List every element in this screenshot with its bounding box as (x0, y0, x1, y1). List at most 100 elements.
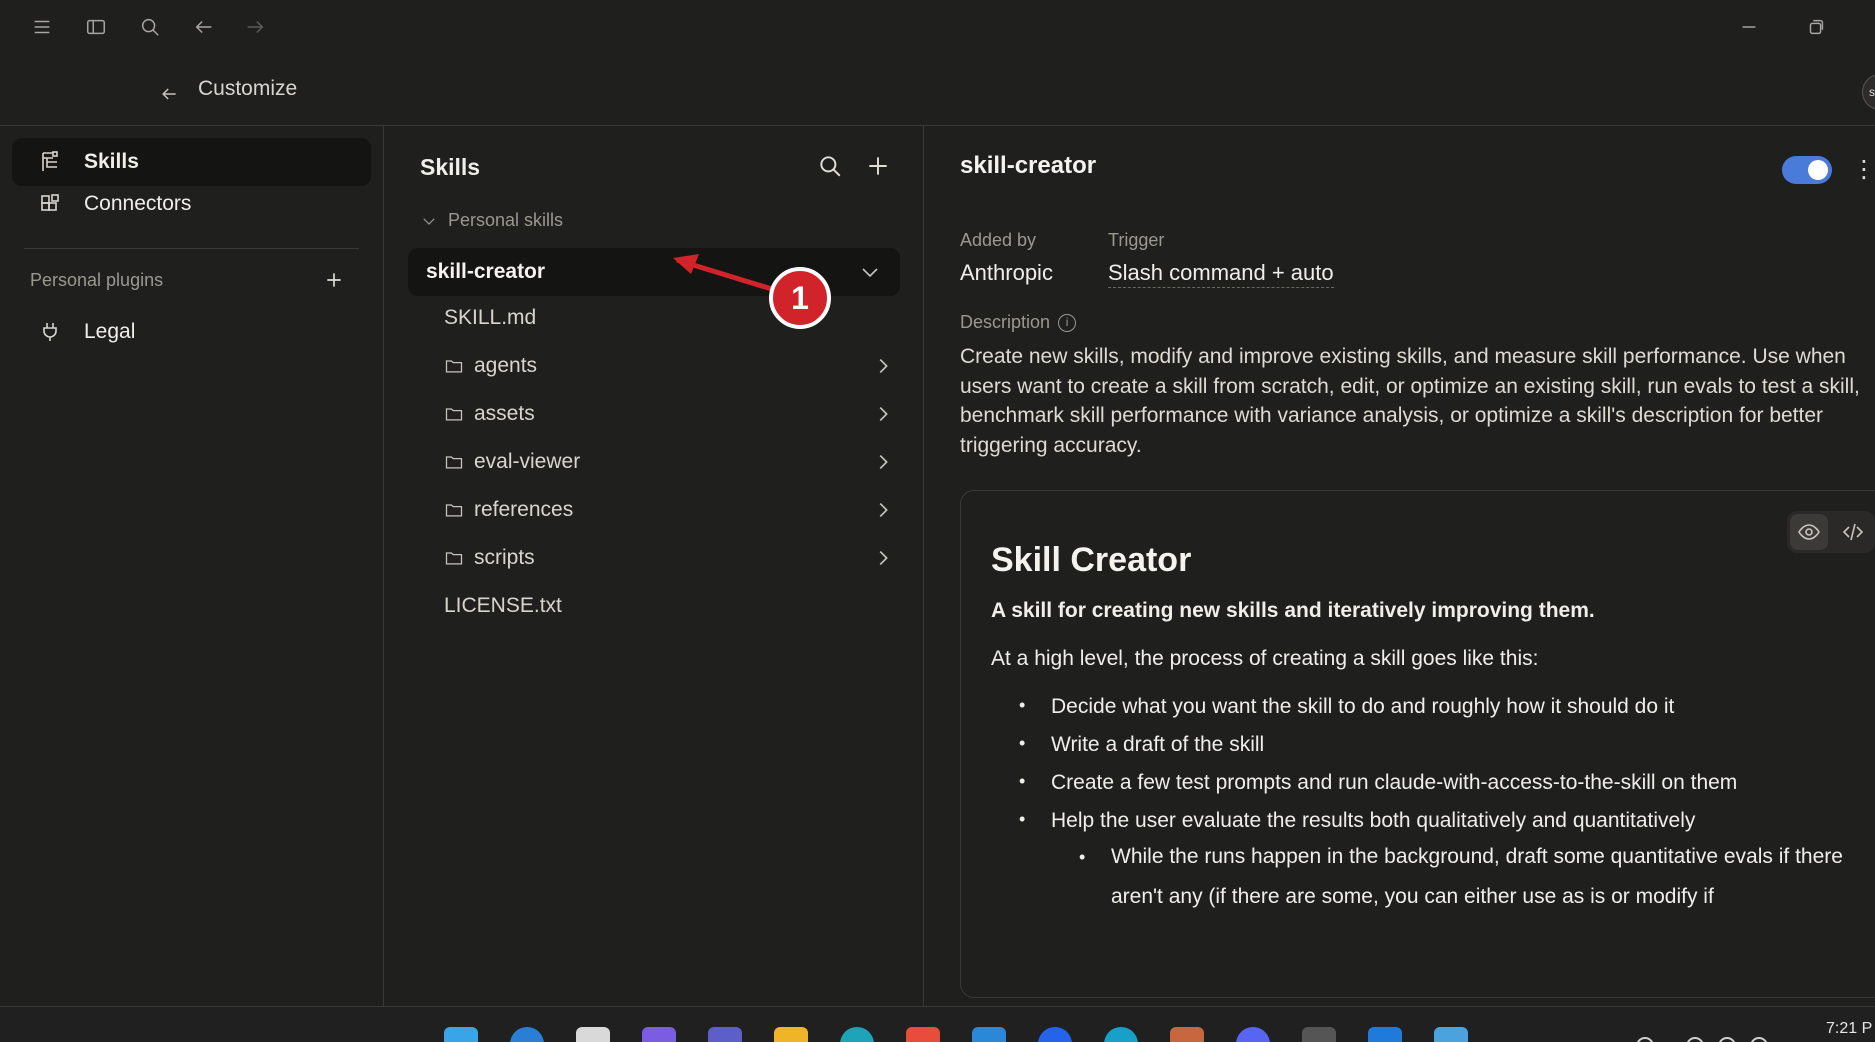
doc-bullet: Write a draft of the skill (1019, 733, 1264, 757)
view-mode-toggle (1787, 511, 1875, 553)
teams-icon[interactable] (708, 1027, 742, 1042)
vscode-icon[interactable] (1368, 1027, 1402, 1042)
skill-detail-panel: skill-creator ⋮ Added by Anthropic Trigg… (924, 126, 1875, 1006)
code-mode-button[interactable] (1834, 514, 1872, 550)
divider (24, 248, 359, 249)
folder-item[interactable]: eval-viewer (444, 442, 894, 482)
menu-icon[interactable] (27, 12, 57, 42)
store-icon[interactable] (906, 1027, 940, 1042)
os-taskbar: 7:21 P (0, 1006, 1875, 1042)
added-by-value: Anthropic (960, 260, 1053, 285)
skill-enabled-toggle[interactable] (1782, 156, 1832, 184)
title-bar (0, 0, 1875, 56)
description-label: Description (960, 312, 1051, 332)
tray-icon[interactable] (1636, 1037, 1654, 1042)
minimize-icon[interactable] (1734, 12, 1764, 42)
file-item[interactable]: LICENSE.txt (444, 586, 894, 626)
added-by-label: Added by (960, 230, 1037, 250)
start-icon[interactable] (444, 1027, 478, 1042)
avatar[interactable]: s (1862, 74, 1875, 110)
section-label: Personal plugins (30, 270, 164, 290)
trigger-value[interactable]: Slash command + auto (1108, 260, 1334, 288)
chevron-right-icon (872, 355, 894, 377)
more-options-icon[interactable]: ⋮ (1852, 156, 1875, 184)
chevron-down-icon[interactable] (858, 260, 882, 284)
notepad-icon[interactable] (1434, 1027, 1468, 1042)
battery-icon[interactable] (1750, 1037, 1768, 1042)
chevron-right-icon (872, 547, 894, 569)
folder-item[interactable]: scripts (444, 538, 894, 578)
folder-item[interactable]: references (444, 490, 894, 530)
folder-name: agents (474, 354, 538, 377)
search-icon[interactable] (135, 12, 165, 42)
sidebar-item-legal[interactable]: Legal (12, 308, 371, 356)
search-skills-button[interactable] (814, 150, 846, 182)
chevron-right-icon (872, 403, 894, 425)
panel-title: Skills (420, 154, 481, 180)
plug-icon (43, 323, 57, 341)
forward-arrow-icon[interactable] (240, 12, 270, 42)
trigger-label: Trigger (1108, 230, 1165, 250)
restore-icon[interactable] (1801, 12, 1831, 42)
back-button[interactable] (155, 80, 183, 108)
skill-name: skill-creator (426, 260, 546, 283)
chevron-right-icon (872, 451, 894, 473)
skills-icon (42, 151, 58, 171)
discord-icon[interactable] (1236, 1027, 1270, 1042)
copilot-icon[interactable] (642, 1027, 676, 1042)
add-skill-button[interactable] (862, 150, 894, 182)
wifi-icon[interactable] (1686, 1037, 1704, 1042)
code-icon (1842, 523, 1864, 541)
cortana-icon[interactable] (1104, 1027, 1138, 1042)
sidebar-item-label: Skills (84, 150, 139, 173)
add-plugin-button[interactable] (320, 266, 348, 294)
description-text: Create new skills, modify and improve ex… (960, 345, 1860, 457)
search-taskbar-icon[interactable] (510, 1027, 544, 1042)
file-name: SKILL.md (444, 306, 537, 329)
toggle-knob (1808, 160, 1828, 180)
group-label: Personal skills (448, 210, 564, 230)
chevron-down-icon (423, 217, 435, 225)
volume-icon[interactable] (1718, 1037, 1736, 1042)
back-arrow-icon[interactable] (189, 12, 219, 42)
clock[interactable]: 7:21 P (1826, 1020, 1872, 1038)
folder-icon (444, 452, 464, 472)
doc-bullet: Create a few test prompts and run claude… (1019, 771, 1737, 795)
doc-sub-bullet: While the runs happen in the background,… (1079, 837, 1851, 917)
sidebar-toggle-icon[interactable] (81, 12, 111, 42)
group-toggle-personal-skills[interactable]: Personal skills (420, 210, 563, 231)
folder-name: eval-viewer (474, 450, 581, 473)
chevron-right-icon (872, 499, 894, 521)
customize-header: Customize s (0, 62, 1875, 126)
eye-icon (1798, 524, 1820, 540)
annotation-arrow: 1 (673, 254, 831, 329)
app-icon[interactable] (1038, 1027, 1072, 1042)
doc-lead: At a high level, the process of creating… (991, 647, 1539, 670)
folder-item[interactable]: agents (444, 346, 894, 386)
doc-heading: Skill Creator (991, 541, 1192, 579)
skill-markdown-preview: Skill Creator A skill for creating new s… (960, 490, 1875, 998)
search-icon (820, 156, 841, 177)
folder-item[interactable]: assets (444, 394, 894, 434)
sidebar-item-skills[interactable]: Skills (12, 138, 371, 186)
doc-bullet: Help the user evaluate the results both … (1019, 809, 1695, 833)
skill-title: skill-creator (960, 152, 1097, 179)
file-name: LICENSE.txt (444, 594, 562, 617)
outlook-icon[interactable] (972, 1027, 1006, 1042)
customize-sidebar: Skills Connectors Personal plugins Legal (0, 126, 384, 1006)
terminal-icon[interactable] (1302, 1027, 1336, 1042)
plus-icon (327, 273, 341, 287)
file-explorer-icon[interactable] (774, 1027, 808, 1042)
folder-icon (444, 356, 464, 376)
folder-name: assets (474, 402, 535, 425)
edge-icon[interactable] (840, 1027, 874, 1042)
sidebar-item-connectors[interactable]: Connectors (12, 180, 371, 228)
claude-icon[interactable] (1170, 1027, 1204, 1042)
connectors-icon (41, 194, 59, 211)
preview-mode-button[interactable] (1790, 514, 1828, 550)
doc-intro: A skill for creating new skills and iter… (991, 599, 1595, 622)
info-icon[interactable]: i (1058, 313, 1077, 332)
folder-icon (444, 404, 464, 424)
folder-name: scripts (474, 546, 535, 569)
task-view-icon[interactable] (576, 1027, 610, 1042)
